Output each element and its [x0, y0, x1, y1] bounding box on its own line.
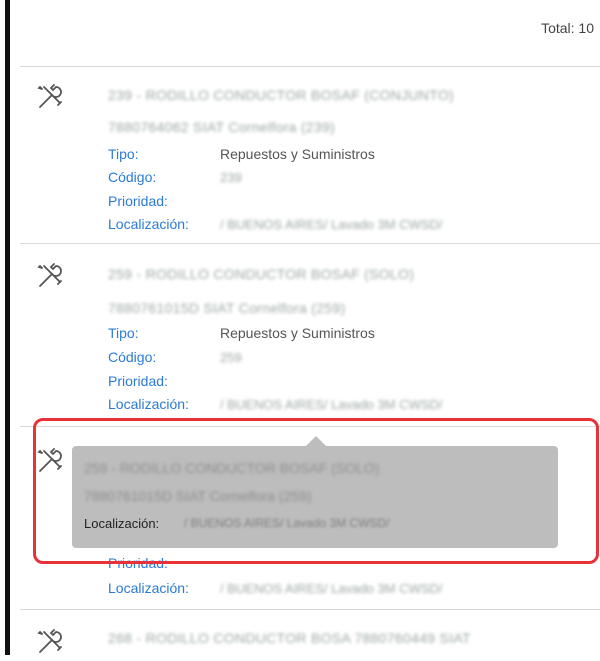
list-item[interactable]: 239 - RODILLO CONDUCTOR BOSAF (CONJUNTO)…: [20, 67, 600, 244]
localizacion-label: Localización:: [108, 396, 189, 412]
localizacion-value: / BUENOS AIRES/ Lavado 3M CWSD/: [220, 397, 443, 412]
wrench-screwdriver-icon: [36, 83, 64, 111]
localizacion-row: Localización: / BUENOS AIRES/ Lavado 3M C…: [108, 396, 443, 412]
localizacion-value: / BUENOS AIRES/ Lavado 3M CWSD/: [220, 217, 443, 232]
tipo-value: Repuestos y Suministros: [220, 325, 375, 341]
tipo-row: Tipo: Repuestos y Suministros: [108, 325, 375, 341]
wrench-screwdriver-icon: [36, 628, 64, 656]
list-header: Total: 10: [20, 0, 600, 67]
prioridad-label: Prioridad:: [108, 193, 168, 209]
codigo-value: 259: [220, 350, 242, 365]
tipo-row: Tipo: Repuestos y Suministros: [108, 146, 375, 162]
tipo-label: Tipo:: [108, 146, 139, 162]
list-item[interactable]: 259 - RODILLO CONDUCTOR BOSAF (SOLO) 788…: [20, 244, 600, 427]
left-edge-bar: [0, 0, 10, 655]
item-subtitle: 7880761015D SIAT Cornelfora (259): [108, 300, 346, 316]
highlight-box: [33, 418, 599, 564]
localizacion-row: Localización: / BUENOS AIRES/ Lavado 3M C…: [108, 216, 443, 232]
item-title: 239 - RODILLO CONDUCTOR BOSAF (CONJUNTO): [108, 87, 454, 103]
codigo-label: Código:: [108, 349, 157, 365]
codigo-label: Código:: [108, 169, 157, 185]
prioridad-row: Prioridad:: [108, 373, 220, 389]
tipo-value: Repuestos y Suministros: [220, 146, 375, 162]
tipo-label: Tipo:: [108, 325, 139, 341]
list-item[interactable]: 268 - RODILLO CONDUCTOR BOSA 7880760449 …: [20, 610, 600, 655]
localizacion-label: Localización:: [108, 580, 189, 596]
codigo-value: 239: [220, 170, 242, 185]
localizacion-value: / BUENOS AIRES/ Lavado 3M CWSD/: [220, 581, 443, 596]
item-title: 259 - RODILLO CONDUCTOR BOSAF (SOLO): [108, 266, 415, 282]
localizacion-label: Localización:: [108, 216, 189, 232]
prioridad-label: Prioridad:: [108, 373, 168, 389]
wrench-screwdriver-icon: [36, 262, 64, 290]
localizacion-row: Localización: / BUENOS AIRES/ Lavado 3M C…: [108, 580, 443, 596]
item-title: 268 - RODILLO CONDUCTOR BOSA 7880760449 …: [108, 630, 471, 646]
codigo-row: Código: 259: [108, 349, 242, 365]
codigo-row: Código: 239: [108, 169, 242, 185]
prioridad-row: Prioridad:: [108, 193, 220, 209]
item-subtitle: 7880764062 SIAT Cornelfora (239): [108, 119, 336, 135]
total-count: Total: 10: [541, 20, 594, 36]
